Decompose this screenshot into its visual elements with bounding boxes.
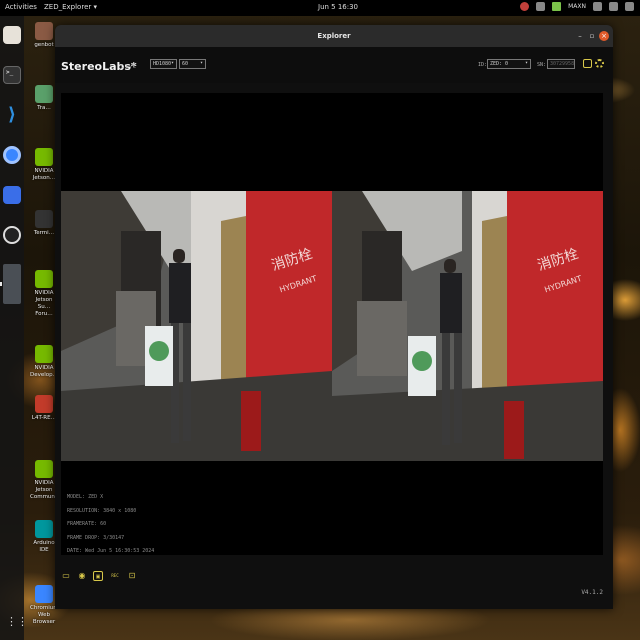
explorer-window: Explorer – ▫ × StereoLabs* LIVE HD1080 ▾… [55,25,613,609]
app-icon [35,85,53,103]
desktop-icon[interactable]: Termi… [30,210,58,237]
zed-explorer-icon[interactable] [3,264,21,304]
minimize-button[interactable]: – [575,31,585,41]
desktop-icon-label: NVIDIA Jetson Communit… [30,480,65,500]
desktop-icon-label: Termi… [33,230,55,236]
desktop-icon[interactable]: Tra… [30,85,58,112]
record-icon[interactable]: ▣ [93,571,103,581]
desktop-icon[interactable]: L4T-RE… [30,395,58,422]
app-icon [35,148,53,166]
desktop-icon[interactable]: Arduino IDE [30,520,58,554]
show-apps-icon[interactable]: ⋮⋮ [6,616,28,628]
left-camera-frame: 消防栓 HYDRANT [61,191,332,461]
power-mode-label[interactable]: MAXN [568,3,586,10]
chromium-icon[interactable] [3,146,21,164]
volume-icon[interactable] [609,2,618,11]
info-framerate: FRAMERATE: 60 [67,521,107,527]
app-icon [35,210,53,228]
desktop-icon[interactable]: NVIDIA Jetson Su… Foru… [30,270,58,318]
close-button[interactable]: × [599,31,609,41]
system-tray[interactable]: MAXN [520,2,634,11]
maximize-button[interactable]: ▫ [587,31,597,41]
gear-icon[interactable] [595,59,604,68]
clock[interactable]: Jun 5 16:30 [318,3,358,11]
files-icon[interactable] [3,26,21,44]
folder-icon[interactable]: ▭ [61,571,71,581]
video-viewer: 消防栓 HYDRANT 消防栓 HYDRANT MODEL: ZED X RES… [61,93,603,555]
desktop-icon-label: Tra… [37,105,51,111]
dock: >_ ⟩ ⋮⋮ [0,16,28,640]
desktop-icon-label: NVIDIA Jetson Su… Foru… [34,290,54,317]
fps-value: 60 [182,61,189,67]
top-bar: Activities ZED_Explorer ▾ Jun 5 16:30 MA… [0,0,640,16]
desktop-icon-label: genbot [34,42,54,48]
network-icon[interactable] [593,2,602,11]
power-icon[interactable] [625,2,634,11]
camera-icon[interactable]: ⊡ [127,571,137,581]
camera-id-value: ZED: 0 [490,61,509,67]
window-title: Explorer [317,32,351,40]
right-camera-frame: 消防栓 HYDRANT [332,191,603,461]
bottom-toolbar: ▭ ◉ ▣ REC ⊡ [61,569,137,583]
chevron-down-icon: ▾ [199,60,203,66]
app-icon [35,22,53,40]
chevron-down-icon: ▾ [170,60,174,66]
record-label[interactable]: REC [109,571,121,581]
stream-icon[interactable]: ◉ [77,571,87,581]
desktop-icon-label: NVIDIA Develop… [30,365,59,378]
info-date: DATE: Wed Jun 5 16:30:53 2024 [67,548,155,554]
serial-label: SN: [537,62,547,68]
left-camera-view[interactable]: 消防栓 HYDRANT [61,191,332,461]
version-label: V4.1.2 [581,589,603,596]
desktop-icon[interactable]: Chromium Web Browser [30,585,59,626]
app-icon [35,395,53,413]
terminal-icon[interactable]: >_ [3,66,21,84]
screenshot-icon[interactable] [583,59,592,68]
desktop-icon-label: Chromium Web Browser [30,605,59,625]
resolution-select[interactable]: HD1080 ▾ [150,59,177,69]
update-icon[interactable] [520,2,530,11]
app-icon [35,585,53,603]
desktop-icon-label: L4T-RE… [31,415,57,421]
obs-icon[interactable] [3,226,21,244]
camera-id-select[interactable]: ZED: 0 ▾ [487,59,531,69]
camera-info-panel: MODEL: ZED X RESOLUTION: 3840 x 1080 FRA… [67,491,154,559]
app-header: StereoLabs* LIVE HD1080 ▾ 60 ▾ ID: ZED: … [55,47,613,83]
desktop-icon[interactable]: NVIDIA Jetson Communit… [30,460,65,501]
app-menu[interactable]: ZED_Explorer ▾ [44,3,97,11]
text-editor-icon[interactable] [3,186,21,204]
app-icon [35,520,53,538]
display-icon[interactable] [536,2,546,11]
desktop-icon[interactable]: genbot [30,22,58,49]
vscode-icon[interactable]: ⟩ [3,106,21,124]
info-resolution: RESOLUTION: 3840 x 1080 [67,507,137,514]
camera-id-label: ID: [478,62,488,68]
app-icon [35,270,53,288]
desktop-icon-label: Arduino IDE [33,540,55,553]
fps-select[interactable]: 60 ▾ [179,59,206,69]
desktop-icon-label: NVIDIA Jetson… [32,168,56,181]
active-app-indicator [0,282,2,286]
right-camera-view[interactable]: 消防栓 HYDRANT [332,191,603,461]
desktop-icon[interactable]: NVIDIA Jetson… [30,148,58,182]
info-model: MODEL: ZED X [67,494,104,500]
desktop-icon[interactable]: NVIDIA Develop… [30,345,58,379]
app-icon [35,460,53,478]
activities-button[interactable]: Activities [5,3,37,11]
stereo-feed[interactable]: 消防栓 HYDRANT 消防栓 HYDRANT [61,191,603,461]
resolution-value: HD1080 [153,61,172,67]
nvidia-icon[interactable] [552,2,562,11]
info-frame-drop: FRAME DROP: 3/30147 [67,534,125,541]
live-indicator: LIVE [121,64,138,70]
serial-number-field: 30729958 [547,59,575,69]
app-icon [35,345,53,363]
window-titlebar[interactable]: Explorer – ▫ × [55,25,613,47]
chevron-down-icon: ▾ [524,60,528,66]
